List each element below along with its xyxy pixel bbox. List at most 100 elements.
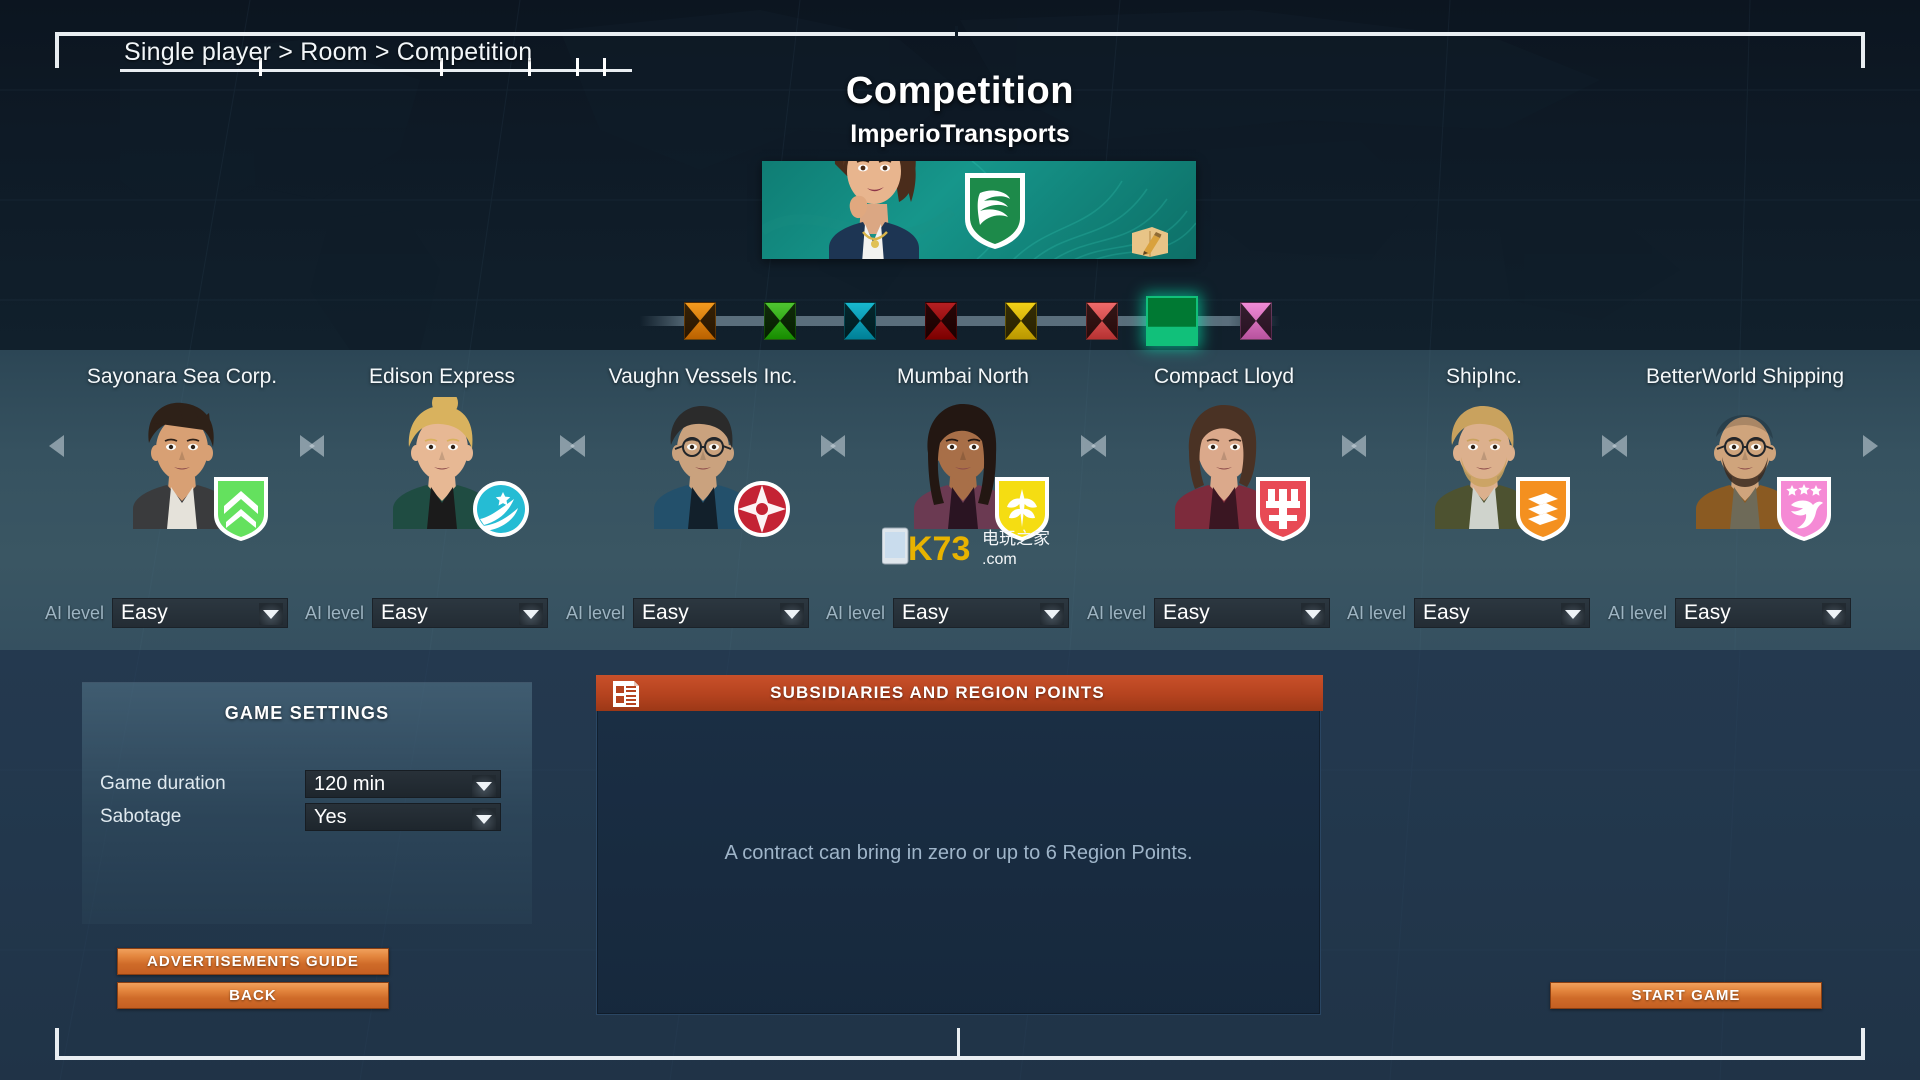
ai-level-value: Easy xyxy=(1684,601,1731,624)
sabotage-value: Yes xyxy=(314,805,347,828)
color-swatch-cyan[interactable] xyxy=(844,302,876,340)
prev-competitor-arrow[interactable] xyxy=(570,435,585,457)
competitor-logo-compass-star-icon xyxy=(731,475,793,541)
chevron-down-icon[interactable] xyxy=(1822,603,1847,625)
competitor-name: Edison Express xyxy=(369,365,515,388)
color-swatch-teal-green[interactable] xyxy=(1146,296,1198,346)
prev-competitor-arrow[interactable] xyxy=(1612,435,1627,457)
competitor-logo-cross-shield-icon xyxy=(1252,475,1314,541)
swatch-cross-icon xyxy=(1006,303,1036,339)
game-duration-select[interactable]: 120 min xyxy=(305,770,501,798)
shield-logo-icon xyxy=(965,173,1025,249)
player-banner[interactable] xyxy=(762,161,1196,259)
swatch-cross-icon xyxy=(1087,303,1117,339)
competitor-logo-chevron-shield-icon xyxy=(210,475,272,541)
competitor-name: Mumbai North xyxy=(897,365,1029,388)
chevron-down-icon[interactable] xyxy=(1301,603,1326,625)
ai-level-value: Easy xyxy=(381,601,428,624)
player-avatar xyxy=(829,161,919,259)
competitor-slot: Mumbai North AI level Easy xyxy=(826,365,1100,640)
game-duration-label: Game duration xyxy=(100,773,226,794)
ai-level-value: Easy xyxy=(902,601,949,624)
competitor-slot: Vaughn Vessels Inc. AI level Easy xyxy=(566,365,840,640)
prev-competitor-arrow[interactable] xyxy=(49,435,64,457)
next-competitor-arrow[interactable] xyxy=(1863,435,1878,457)
sabotage-label: Sabotage xyxy=(100,806,182,827)
ai-level-label: AI level xyxy=(45,602,105,623)
chevron-down-icon[interactable] xyxy=(1561,603,1586,625)
chevron-down-icon[interactable] xyxy=(472,775,496,797)
setting-row-sabotage: Sabotage Yes xyxy=(100,802,514,832)
color-swatch-orange[interactable] xyxy=(684,302,716,340)
ai-level-label: AI level xyxy=(305,602,365,623)
ai-level-row: AI level Easy xyxy=(1347,598,1621,628)
chevron-down-icon[interactable] xyxy=(780,603,805,625)
game-settings-panel: GAME SETTINGS Game duration 120 min Sabo… xyxy=(82,682,532,924)
ai-level-value: Easy xyxy=(1163,601,1210,624)
subsidiaries-panel: SUBSIDIARIES AND REGION POINTS A contrac… xyxy=(596,675,1323,1015)
ai-level-row: AI level Easy xyxy=(826,598,1100,628)
competitor-name: Sayonara Sea Corp. xyxy=(86,365,278,388)
ai-level-select[interactable]: Easy xyxy=(633,598,810,628)
chevron-down-icon[interactable] xyxy=(1040,603,1065,625)
game-duration-value: 120 min xyxy=(314,772,386,795)
competitor-logo-wheat-shield-icon xyxy=(991,475,1053,541)
advertisements-guide-button[interactable]: ADVERTISEMENTS GUIDE xyxy=(117,948,389,975)
setting-row-game-duration: Game duration 120 min xyxy=(100,769,514,799)
competitor-logo-dolphin-shield-icon xyxy=(1773,475,1835,541)
breadcrumb[interactable]: Single player > Room > Competition xyxy=(124,38,532,67)
color-swatch-salmon[interactable] xyxy=(1086,302,1118,340)
ai-level-row: AI level Easy xyxy=(566,598,840,628)
prev-competitor-arrow[interactable] xyxy=(1351,435,1366,457)
chevron-down-icon[interactable] xyxy=(472,808,496,830)
chevron-down-icon[interactable] xyxy=(519,603,544,625)
ai-level-value: Easy xyxy=(642,601,689,624)
ai-level-label: AI level xyxy=(1608,602,1668,623)
start-game-button[interactable]: START GAME xyxy=(1550,982,1822,1009)
competitor-name: Compact Lloyd xyxy=(1153,365,1295,388)
swatch-cross-icon xyxy=(1241,303,1271,339)
subsidiaries-header-title: SUBSIDIARIES AND REGION POINTS xyxy=(770,683,1105,702)
prev-competitor-arrow[interactable] xyxy=(1091,435,1106,457)
ai-level-select[interactable]: Easy xyxy=(893,598,1070,628)
ai-level-row: AI level Easy xyxy=(45,598,319,628)
ai-level-select[interactable]: Easy xyxy=(112,598,289,628)
ai-level-select[interactable]: Easy xyxy=(1414,598,1591,628)
prev-competitor-arrow[interactable] xyxy=(830,435,845,457)
ai-level-select[interactable]: Easy xyxy=(1154,598,1331,628)
ai-level-select[interactable]: Easy xyxy=(1675,598,1852,628)
color-swatch-green[interactable] xyxy=(764,302,796,340)
page-title: Competition xyxy=(845,70,1075,112)
color-swatch-dark-red[interactable] xyxy=(925,302,957,340)
swatch-cross-icon xyxy=(765,303,795,339)
ai-level-select[interactable]: Easy xyxy=(372,598,549,628)
competitor-name: ShipInc. xyxy=(1446,365,1522,388)
ai-level-label: AI level xyxy=(826,602,886,623)
competitor-name: BetterWorld Shipping xyxy=(1645,365,1845,388)
document-list-icon xyxy=(613,681,639,707)
game-settings-title: GAME SETTINGS xyxy=(224,703,390,723)
subsidiaries-message: A contract can bring in zero or up to 6 … xyxy=(724,842,1193,864)
competitor-slot: ShipInc. AI level Easy xyxy=(1347,365,1621,640)
prev-competitor-arrow[interactable] xyxy=(309,435,324,457)
ai-level-label: AI level xyxy=(1347,602,1407,623)
swatch-cross-icon xyxy=(926,303,956,339)
edit-pencil-icon[interactable] xyxy=(1130,223,1170,257)
ai-level-label: AI level xyxy=(566,602,626,623)
swatch-cross-icon xyxy=(685,303,715,339)
ai-level-row: AI level Easy xyxy=(1087,598,1361,628)
player-company-name: ImperioTransports xyxy=(850,120,1070,148)
color-swatch-yellow[interactable] xyxy=(1005,302,1037,340)
color-swatch-pink[interactable] xyxy=(1240,302,1272,340)
competitor-list: Sayonara Sea Corp. AI level Easy Edison Exp… xyxy=(0,365,1920,640)
competitor-slot: BetterWorld Shipping AI level Easy xyxy=(1608,365,1882,640)
chevron-down-icon[interactable] xyxy=(259,603,284,625)
competitor-name: Vaughn Vessels Inc. xyxy=(608,365,798,388)
swatch-cross-icon xyxy=(845,303,875,339)
ai-level-label: AI level xyxy=(1087,602,1147,623)
back-button[interactable]: BACK xyxy=(117,982,389,1009)
subsidiaries-header: SUBSIDIARIES AND REGION POINTS xyxy=(596,675,1323,711)
sabotage-select[interactable]: Yes xyxy=(305,803,501,831)
competitor-slot: Compact Lloyd AI level Easy xyxy=(1087,365,1361,640)
competitor-logo-star-wave-circle-icon xyxy=(470,475,532,541)
